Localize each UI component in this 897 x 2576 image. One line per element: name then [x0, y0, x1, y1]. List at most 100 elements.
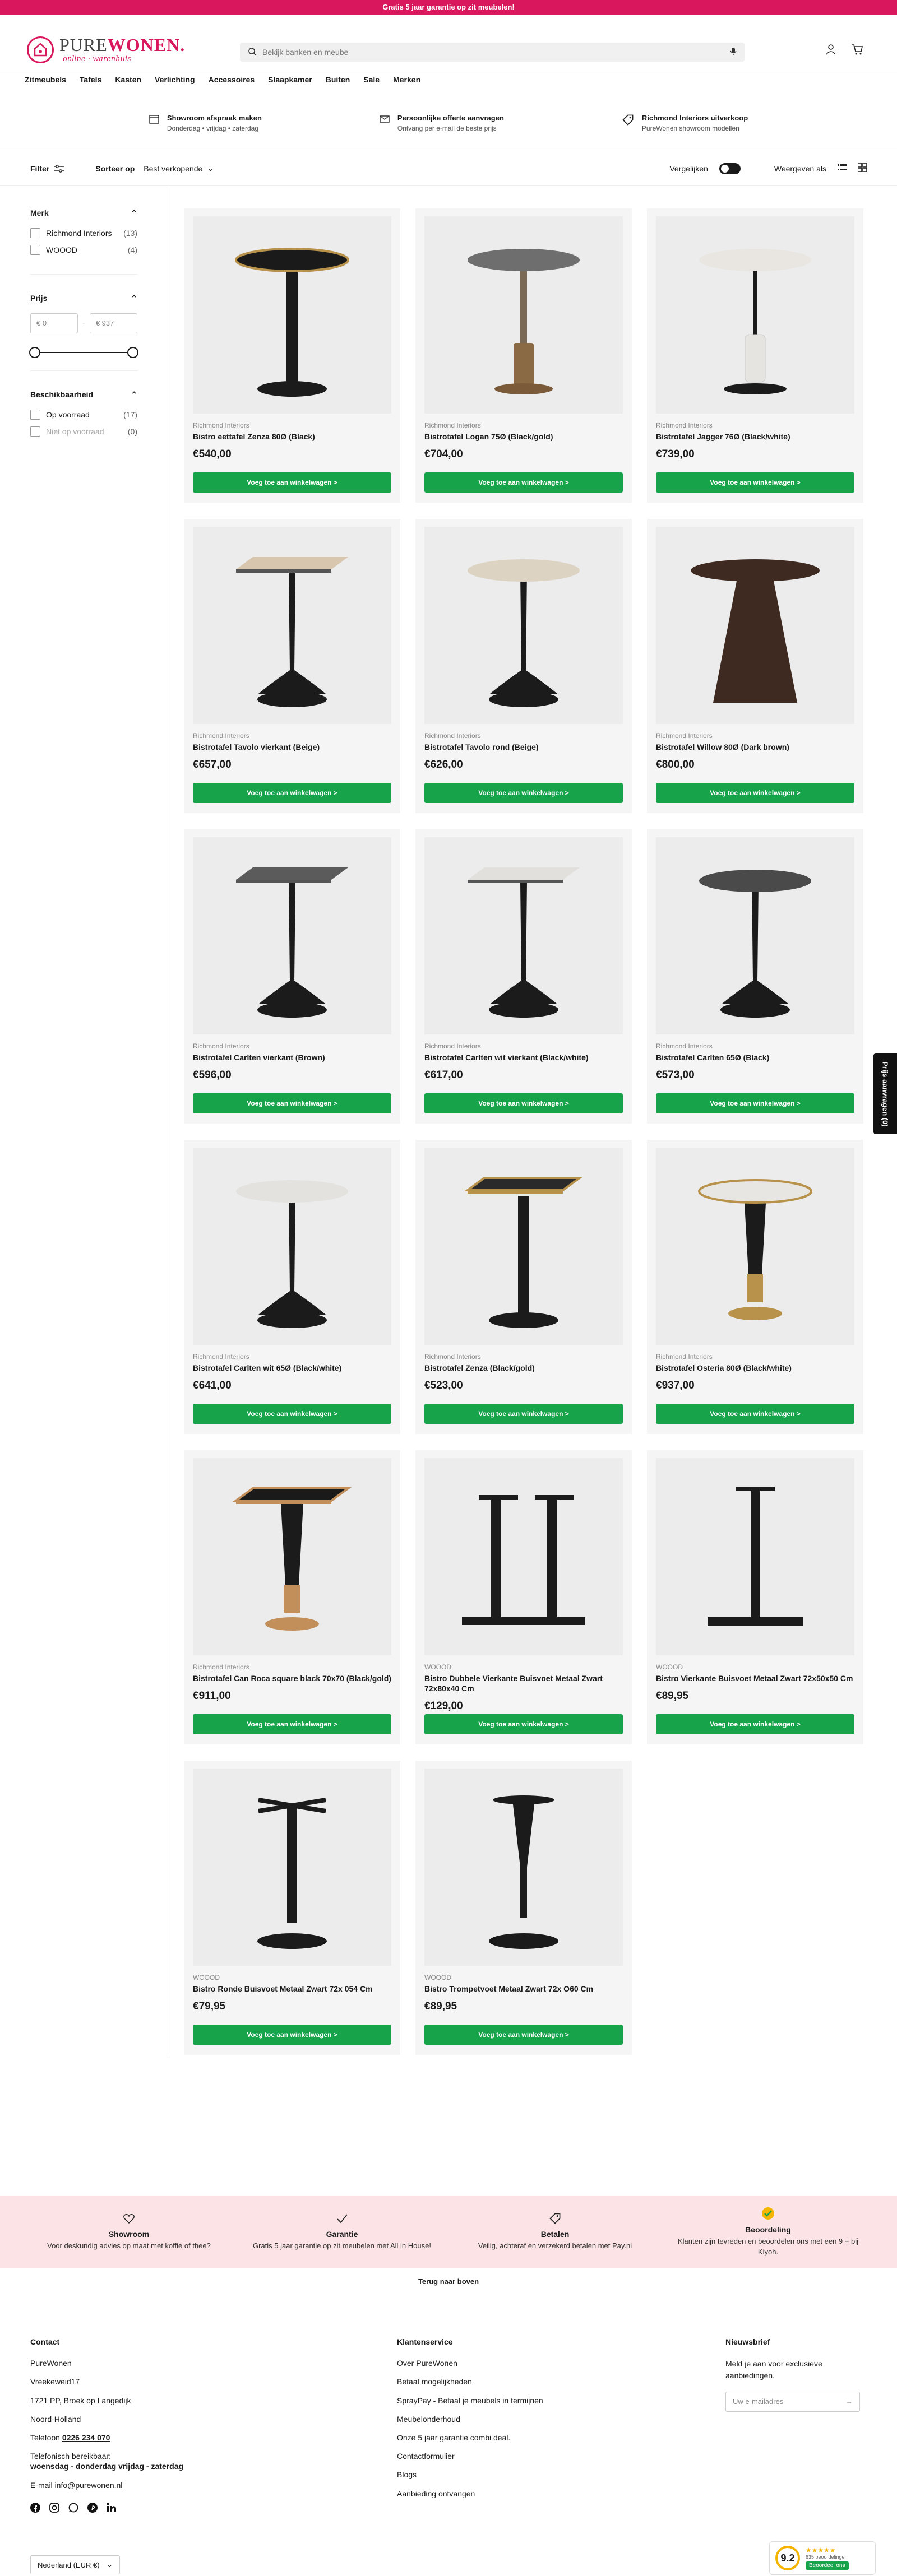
- add-to-cart-button[interactable]: Voeg toe aan winkelwagen >: [656, 1714, 854, 1734]
- whatsapp-icon[interactable]: [68, 2503, 78, 2515]
- account-icon[interactable]: [825, 44, 836, 57]
- product-title[interactable]: Bistrotafel Jagger 76Ø (Black/white): [656, 431, 854, 442]
- product-title[interactable]: Bistro Dubbele Vierkante Buisvoet Metaal…: [424, 1673, 623, 1693]
- product-card[interactable]: Richmond Interiors Bistro eettafel Zenza …: [184, 208, 400, 503]
- nav-item-kasten[interactable]: Kasten: [115, 75, 141, 84]
- product-image[interactable]: [424, 837, 623, 1034]
- checkbox[interactable]: [30, 228, 40, 238]
- product-title[interactable]: Bistrotafel Logan 75Ø (Black/gold): [424, 431, 623, 442]
- filter-option[interactable]: WOOOD (4): [30, 245, 137, 255]
- nav-item-tafels[interactable]: Tafels: [80, 75, 101, 84]
- product-title[interactable]: Bistrotafel Osteria 80Ø (Black/white): [656, 1363, 854, 1373]
- product-image[interactable]: [424, 1769, 623, 1966]
- product-card[interactable]: Richmond Interiors Bistrotafel Tavolo ron…: [415, 519, 632, 813]
- footer-link[interactable]: Aanbieding ontvangen: [397, 2489, 599, 2499]
- nav-item-slaapkamer[interactable]: Slaapkamer: [268, 75, 312, 84]
- add-to-cart-button[interactable]: Voeg toe aan winkelwagen >: [193, 783, 391, 803]
- price-slider[interactable]: [29, 347, 138, 358]
- sort-select[interactable]: Best verkopende ⌄: [144, 164, 214, 173]
- availability-filter-header[interactable]: Beschikbaarheid ⌃: [30, 390, 137, 400]
- add-to-cart-button[interactable]: Voeg toe aan winkelwagen >: [656, 1404, 854, 1424]
- add-to-cart-button[interactable]: Voeg toe aan winkelwagen >: [424, 472, 623, 493]
- product-title[interactable]: Bistrotafel Carlten wit 65Ø (Black/white…: [193, 1363, 391, 1373]
- product-image[interactable]: [193, 837, 391, 1034]
- product-image[interactable]: [424, 527, 623, 724]
- product-image[interactable]: [193, 1148, 391, 1345]
- price-filter-header[interactable]: Prijs ⌃: [30, 294, 137, 303]
- product-card[interactable]: Richmond Interiors Bistrotafel Zenza (Bla…: [415, 1140, 632, 1434]
- back-to-top-link[interactable]: Terug naar boven: [0, 2268, 897, 2295]
- add-to-cart-button[interactable]: Voeg toe aan winkelwagen >: [424, 2025, 623, 2045]
- filter-option[interactable]: Richmond Interiors (13): [30, 228, 137, 238]
- price-min-input[interactable]: € 0: [30, 313, 78, 333]
- nav-item-sale[interactable]: Sale: [363, 75, 380, 84]
- product-card[interactable]: WOOOD Bistro Vierkante Buisvoet Metaal Zw…: [647, 1450, 863, 1744]
- price-request-tab[interactable]: Prijs aanvragen (0): [873, 1053, 897, 1134]
- footer-link[interactable]: Betaal mogelijkheden: [397, 2377, 599, 2387]
- add-to-cart-button[interactable]: Voeg toe aan winkelwagen >: [424, 1404, 623, 1424]
- product-card[interactable]: Richmond Interiors Bistrotafel Logan 75Ø …: [415, 208, 632, 503]
- add-to-cart-button[interactable]: Voeg toe aan winkelwagen >: [656, 783, 854, 803]
- filter-option[interactable]: Op voorraad (17): [30, 410, 137, 420]
- product-card[interactable]: Richmond Interiors Bistrotafel Can Roca s…: [184, 1450, 400, 1744]
- search-input[interactable]: Bekijk banken en meube: [240, 43, 745, 62]
- product-image[interactable]: [656, 216, 854, 414]
- product-title[interactable]: Bistro Ronde Buisvoet Metaal Zwart 72x 0…: [193, 1984, 391, 1994]
- grid-view-icon[interactable]: [857, 163, 867, 174]
- product-image[interactable]: [656, 527, 854, 724]
- add-to-cart-button[interactable]: Voeg toe aan winkelwagen >: [424, 1714, 623, 1734]
- nav-item-buiten[interactable]: Buiten: [326, 75, 350, 84]
- add-to-cart-button[interactable]: Voeg toe aan winkelwagen >: [193, 472, 391, 493]
- kiyoh-widget[interactable]: 9.2 ★★★★★ 635 beoordelingen Beoordeel on…: [769, 2541, 876, 2575]
- linkedin-icon[interactable]: [107, 2503, 117, 2515]
- product-image[interactable]: [193, 1769, 391, 1966]
- product-image[interactable]: [424, 1458, 623, 1655]
- newsletter-email-input[interactable]: Uw e-mailadres →: [725, 2392, 860, 2412]
- usp-item[interactable]: Richmond Interiors uitverkoop PureWonen s…: [622, 114, 748, 132]
- compare-toggle[interactable]: [719, 163, 741, 174]
- product-image[interactable]: [656, 1458, 854, 1655]
- footer-link[interactable]: Blogs: [397, 2470, 599, 2480]
- product-image[interactable]: [193, 527, 391, 724]
- nav-item-merken[interactable]: Merken: [393, 75, 420, 84]
- product-title[interactable]: Bistrotafel Tavolo vierkant (Beige): [193, 742, 391, 752]
- phone-link[interactable]: 0226 234 070: [62, 2433, 110, 2442]
- add-to-cart-button[interactable]: Voeg toe aan winkelwagen >: [424, 1093, 623, 1113]
- brand-filter-header[interactable]: Merk ⌃: [30, 208, 137, 218]
- price-slider-min-handle[interactable]: [29, 347, 40, 358]
- product-image[interactable]: [193, 1458, 391, 1655]
- instagram-icon[interactable]: [49, 2502, 59, 2515]
- product-card[interactable]: Richmond Interiors Bistrotafel Jagger 76Ø…: [647, 208, 863, 503]
- add-to-cart-button[interactable]: Voeg toe aan winkelwagen >: [193, 1404, 391, 1424]
- product-card[interactable]: WOOOD Bistro Ronde Buisvoet Metaal Zwart …: [184, 1761, 400, 2055]
- add-to-cart-button[interactable]: Voeg toe aan winkelwagen >: [193, 2025, 391, 2045]
- list-view-icon[interactable]: [838, 164, 847, 173]
- filter-option[interactable]: Niet op voorraad (0): [30, 426, 137, 437]
- product-image[interactable]: [193, 216, 391, 414]
- product-title[interactable]: Bistro Vierkante Buisvoet Metaal Zwart 7…: [656, 1673, 854, 1683]
- country-currency-select[interactable]: Nederland (EUR €) ⌄: [30, 2555, 120, 2574]
- checkbox[interactable]: [30, 410, 40, 420]
- product-card[interactable]: Richmond Interiors Bistrotafel Osteria 80…: [647, 1140, 863, 1434]
- product-title[interactable]: Bistro eettafel Zenza 80Ø (Black): [193, 431, 391, 442]
- facebook-icon[interactable]: [30, 2502, 40, 2515]
- kiyoh-review-button[interactable]: Beoordeel ons: [806, 2561, 849, 2570]
- email-link[interactable]: info@purewonen.nl: [55, 2481, 123, 2490]
- usp-item[interactable]: Persoonlijke offerte aanvragen Ontvang pe…: [380, 114, 504, 132]
- product-card[interactable]: Richmond Interiors Bistrotafel Carlten vi…: [184, 829, 400, 1124]
- product-image[interactable]: [656, 837, 854, 1034]
- product-card[interactable]: WOOOD Bistro Dubbele Vierkante Buisvoet M…: [415, 1450, 632, 1744]
- arrow-right-icon[interactable]: →: [845, 2397, 853, 2407]
- add-to-cart-button[interactable]: Voeg toe aan winkelwagen >: [656, 1093, 854, 1113]
- add-to-cart-button[interactable]: Voeg toe aan winkelwagen >: [193, 1714, 391, 1734]
- footer-link[interactable]: SprayPay - Betaal je meubels in termijne…: [397, 2396, 599, 2406]
- add-to-cart-button[interactable]: Voeg toe aan winkelwagen >: [193, 1093, 391, 1113]
- price-max-input[interactable]: € 937: [89, 313, 137, 333]
- cart-icon[interactable]: [851, 44, 863, 57]
- product-card[interactable]: Richmond Interiors Bistrotafel Carlten wi…: [415, 829, 632, 1124]
- nav-item-verlichting[interactable]: Verlichting: [155, 75, 195, 84]
- footer-link[interactable]: Meubelonderhoud: [397, 2414, 599, 2424]
- product-image[interactable]: [656, 1148, 854, 1345]
- product-card[interactable]: WOOOD Bistro Trompetvoet Metaal Zwart 72x…: [415, 1761, 632, 2055]
- footer-link[interactable]: Contactformulier: [397, 2451, 599, 2461]
